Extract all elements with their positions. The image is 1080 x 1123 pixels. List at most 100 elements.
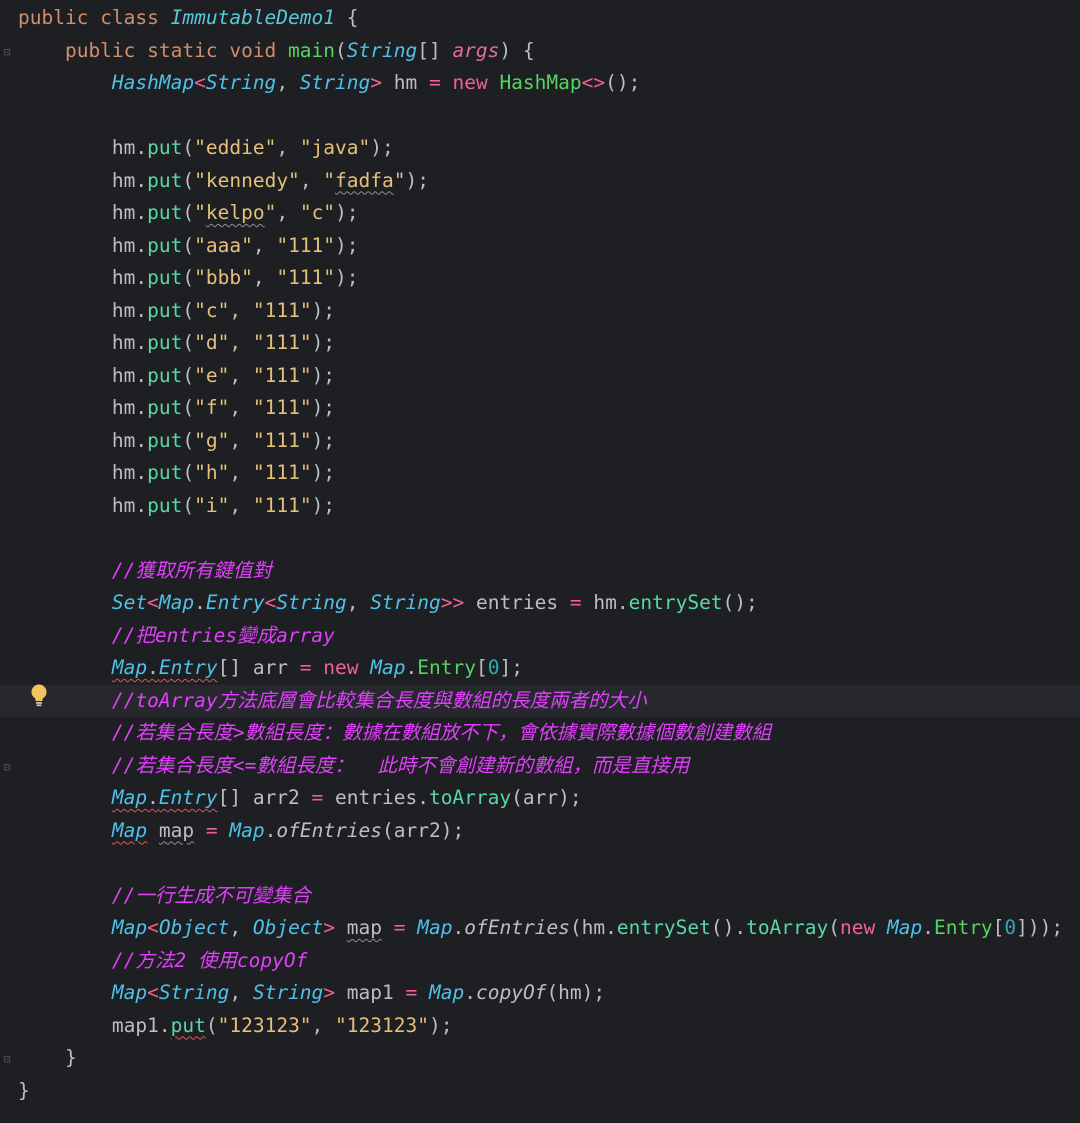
code-line[interactable]: hm.put("aaa", "111"); <box>18 230 1080 263</box>
code-line[interactable]: Map map = Map.ofEntries(arr2); <box>18 815 1080 848</box>
code-token-plain: [ <box>992 916 1005 939</box>
code-token-plain: hm <box>18 298 136 322</box>
fold-icon[interactable]: ⊟ <box>0 1052 14 1066</box>
code-token-plain: ( <box>182 233 195 257</box>
code-token-str: "111" <box>276 266 336 289</box>
code-token-type: Map <box>111 786 148 809</box>
code-line[interactable]: hm.put("i", "111"); <box>18 490 1080 523</box>
code-line[interactable]: } <box>18 1042 1080 1075</box>
code-token-type: Map <box>229 818 265 842</box>
code-token-plain: . <box>194 591 206 614</box>
code-token-type: Entry <box>158 656 218 679</box>
code-token-str: "f" <box>194 396 230 419</box>
code-line[interactable] <box>18 100 1080 133</box>
code-token-method: put <box>147 233 183 257</box>
code-token-plain: ); <box>428 1013 453 1037</box>
fold-icon[interactable]: ⊟ <box>0 45 14 59</box>
code-line[interactable]: hm.put("c", "111"); <box>18 295 1080 328</box>
code-line[interactable]: //把entries變成array <box>18 620 1080 653</box>
code-line[interactable]: } <box>18 1075 1080 1108</box>
code-token-plain: ( <box>182 363 195 387</box>
code-token-plain: . <box>135 266 148 289</box>
code-token-op: < <box>147 981 159 1004</box>
code-line[interactable]: //若集合長度>數組長度：數據在數組放不下，會依據實際數據個數創建數組 <box>18 717 1080 750</box>
code-token-plain: . <box>158 1013 171 1037</box>
code-line[interactable]: hm.put("eddie", "java"); <box>18 132 1080 165</box>
code-token-plain: . <box>135 396 148 419</box>
code-token-plain: , <box>229 493 253 517</box>
code-token-plain: ); <box>311 428 336 452</box>
code-token-plain: hm <box>18 168 136 192</box>
code-token-type: String <box>276 591 347 614</box>
code-token-type: Object <box>158 916 230 939</box>
code-token-str: "d" <box>194 331 230 354</box>
code-token-method: entrySet <box>616 916 711 939</box>
code-line[interactable]: public static void main(String[] args) { <box>18 35 1080 68</box>
code-line[interactable]: Map.Entry[] arr2 = entries.toArray(arr); <box>18 782 1080 815</box>
code-token-method: put <box>147 201 183 224</box>
code-line[interactable]: hm.put("kelpo", "c"); <box>18 197 1080 230</box>
code-line[interactable]: hm.put("f", "111"); <box>18 392 1080 425</box>
lightbulb-icon[interactable] <box>28 683 50 707</box>
fold-icon[interactable]: ⊟ <box>0 760 14 774</box>
code-line[interactable]: Map<String, String> map1 = Map.copyOf(hm… <box>18 977 1080 1010</box>
code-area[interactable]: public class ImmutableDemo1 { public sta… <box>0 2 1080 1108</box>
code-token-type: Map <box>158 591 195 614</box>
code-token-method: put <box>147 266 183 289</box>
code-token-plain: ( <box>182 428 195 452</box>
code-token-plain: . <box>405 656 418 679</box>
code-token-method: put <box>147 461 183 484</box>
code-token-type: String <box>158 981 230 1004</box>
code-token-op: = <box>405 981 418 1004</box>
code-line[interactable]: hm.put("d", "111"); <box>18 327 1080 360</box>
code-token-plain: entries <box>323 786 418 809</box>
code-line[interactable] <box>18 847 1080 880</box>
code-token-method: put <box>147 298 183 322</box>
code-line[interactable]: hm.put("h", "111"); <box>18 457 1080 490</box>
code-token-str: "bbb" <box>194 266 253 289</box>
code-token-plain: hm <box>18 461 136 484</box>
code-line[interactable]: Map.Entry[] arr = new Map.Entry[0]; <box>18 652 1080 685</box>
code-line[interactable] <box>18 522 1080 555</box>
code-line[interactable]: hm.put("bbb", "111"); <box>18 262 1080 295</box>
code-token-method: put <box>147 493 183 517</box>
code-token-plain: hm <box>18 266 136 289</box>
code-token-plain: . <box>147 786 159 809</box>
code-token-comment: //方法2 使用copyOf <box>111 948 308 972</box>
editor-gutter[interactable]: ⊟♥⊟⊟ <box>0 0 14 1123</box>
code-token-str: "c" <box>194 298 230 322</box>
code-token-str: "e" <box>194 363 230 387</box>
code-line[interactable]: //一行生成不可變集合 <box>18 880 1080 913</box>
code-token-plain: [ <box>475 656 488 679</box>
code-token-plain: , <box>252 266 277 289</box>
code-token-plain: ( <box>182 396 195 419</box>
code-line[interactable]: map1.put("123123", "123123"); <box>18 1010 1080 1043</box>
code-token-entry: Entry <box>933 916 993 939</box>
code-token-plain: , <box>229 461 253 484</box>
code-line[interactable]: hm.put("e", "111"); <box>18 360 1080 393</box>
code-line[interactable]: HashMap<String, String> hm = new HashMap… <box>18 67 1080 100</box>
code-token-plain: ); <box>311 298 336 322</box>
code-token-plain: hm <box>18 331 136 354</box>
code-line[interactable]: hm.put("g", "111"); <box>18 425 1080 458</box>
code-line[interactable]: //方法2 使用copyOf <box>18 945 1080 978</box>
code-line[interactable]: Set<Map.Entry<String, String>> entries =… <box>18 587 1080 620</box>
code-line[interactable]: //獲取所有鍵值對 <box>18 555 1080 588</box>
code-token-plain: . <box>135 493 148 517</box>
code-line[interactable]: Map<Object, Object> map = Map.ofEntries(… <box>18 912 1080 945</box>
code-token-staticm: ofEntries <box>276 818 383 842</box>
code-token-plain: . <box>135 233 148 257</box>
code-token-plain: ( <box>182 298 195 322</box>
code-line[interactable]: public class ImmutableDemo1 { <box>18 2 1080 35</box>
code-token-plain: . <box>135 428 148 452</box>
code-line[interactable]: //若集合長度<=數組長度： 此時不會創建新的數組，而是直接用 <box>18 750 1080 783</box>
code-token-type: Map <box>417 916 453 939</box>
code-line[interactable]: hm.put("kennedy", "fadfa"); <box>18 165 1080 198</box>
code-line[interactable]: //toArray方法底層會比較集合長度與數組的長度兩者的大小 <box>0 684 1080 717</box>
code-editor[interactable]: ⊟♥⊟⊟ public class ImmutableDemo1 { publi… <box>0 0 1080 1123</box>
code-token-type: Map <box>429 981 465 1004</box>
code-token-str: "eddie" <box>194 136 277 159</box>
